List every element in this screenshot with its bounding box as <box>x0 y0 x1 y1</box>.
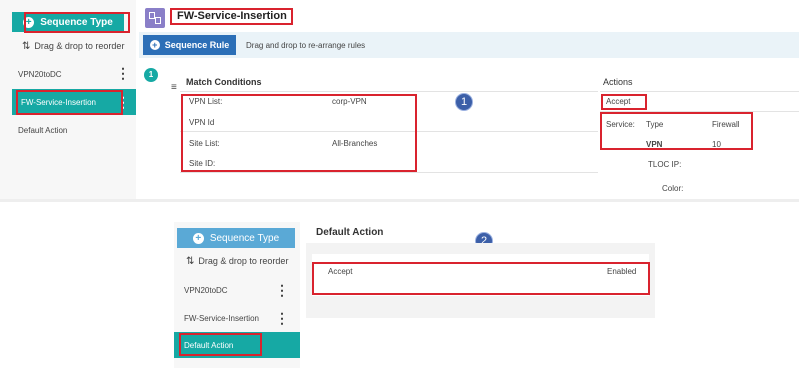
tloc-ip-label: TLOC IP: <box>648 160 682 169</box>
highlight-match-conditions <box>181 94 417 172</box>
reorder-arrows-icon: ⇅ <box>186 256 195 267</box>
match-bottom-divider <box>180 172 598 173</box>
highlight-fw-service-insertion <box>16 90 123 115</box>
sequence-rule-bar <box>139 32 799 58</box>
sidebar-item-vpn20todc[interactable]: VPN20toDC ⋮ <box>174 280 300 302</box>
match-header-divider <box>180 91 598 92</box>
policy-icon <box>145 8 165 28</box>
actions-header: Actions <box>603 77 633 87</box>
plus-icon: + <box>192 232 204 244</box>
sidebar-item-fw-service-insertion[interactable]: FW-Service-Insertion ⋮ <box>174 308 300 330</box>
screenshot-divider <box>0 199 799 202</box>
drag-reorder-hint: ⇅ Drag & drop to reorder <box>186 256 289 267</box>
default-action-header: Default Action <box>316 227 384 238</box>
sequence-type-label: Sequence Type <box>209 232 280 244</box>
callout-1: 1 <box>455 93 473 111</box>
sidebar-item-label: Default Action <box>18 126 68 135</box>
drag-handle-icon[interactable]: ≡ <box>171 82 177 93</box>
drag-rules-hint: Drag and drop to re-arrange rules <box>246 41 366 50</box>
highlight-default-action-item <box>179 333 262 356</box>
drag-reorder-hint: ⇅ Drag & drop to reorder <box>22 41 125 52</box>
sidebar-item-vpn20todc[interactable]: VPN20toDC ⋮ <box>0 64 136 86</box>
sequence-rule-label: Sequence Rule <box>164 40 230 50</box>
highlight-title <box>170 8 293 25</box>
actions-header-divider <box>600 91 799 92</box>
sidebar-item-label: VPN20toDC <box>184 286 228 295</box>
highlight-accept <box>601 94 647 110</box>
color-label: Color: <box>662 184 684 193</box>
kebab-menu-icon[interactable]: ⋮ <box>116 66 130 80</box>
kebab-menu-icon[interactable]: ⋮ <box>275 283 289 297</box>
sidebar-item-label: VPN20toDC <box>18 70 62 79</box>
rule-number-badge: 1 <box>144 68 158 82</box>
sidebar-item-default-action[interactable]: Default Action <box>0 120 136 142</box>
match-conditions-header: Match Conditions <box>186 77 262 87</box>
highlight-default-action-row <box>312 262 650 295</box>
reorder-arrows-icon: ⇅ <box>22 41 31 52</box>
highlight-service <box>600 112 753 150</box>
plus-icon: + <box>149 40 160 50</box>
sequence-type-button[interactable]: + Sequence Type <box>177 228 295 248</box>
kebab-menu-icon[interactable]: ⋮ <box>275 311 289 325</box>
sidebar-item-label: FW-Service-Insertion <box>184 314 259 323</box>
sequence-rule-button[interactable]: + Sequence Rule <box>143 35 236 55</box>
highlight-sequence-type <box>24 12 130 33</box>
